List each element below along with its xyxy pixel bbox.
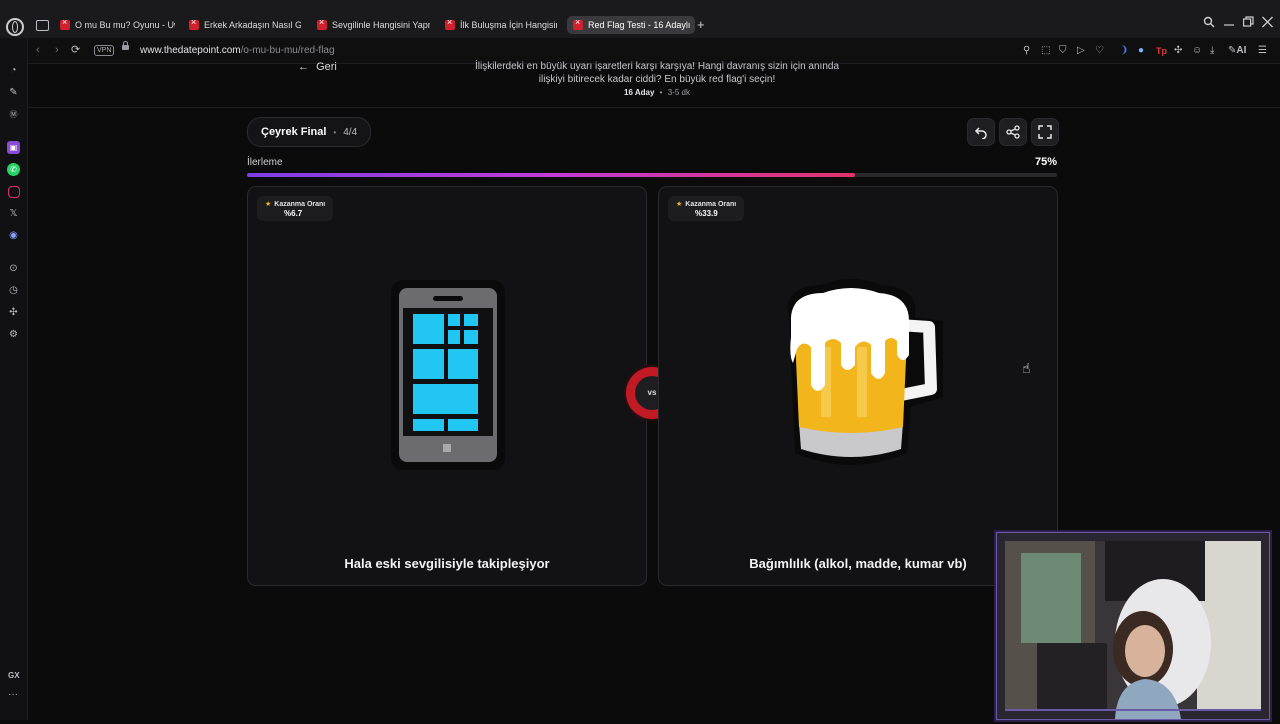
site-favicon-icon (317, 17, 327, 30)
round-indicator: Çeyrek Final • 4/4 (247, 117, 372, 147)
lock-icon[interactable] (122, 41, 129, 50)
back-button[interactable]: ← Geri (298, 61, 337, 73)
progress-percent: 75% (1034, 156, 1057, 168)
round-separator: • (333, 127, 337, 137)
duration: 3-5 dk (667, 88, 690, 97)
mobile-phone-icon (391, 280, 505, 470)
twitch-icon[interactable]: ▣ (7, 141, 20, 154)
progress-fill (247, 173, 855, 177)
site-favicon-icon (573, 17, 583, 30)
extension-blue-icon[interactable]: ❩ (1120, 45, 1128, 57)
round-count: 4/4 (343, 126, 358, 138)
win-rate-label: Kazanma Oranı (685, 201, 737, 208)
tab-label: Sevgilinle Hangisini Yapm (332, 20, 430, 30)
arrow-left-icon: ← (298, 61, 309, 73)
tab-ilk-bulusma[interactable]: İlk Buluşma İçin Hangisini (445, 16, 557, 34)
beer-mug-icon (787, 279, 943, 465)
mouse-pointer-icon: ☝ (1022, 360, 1031, 376)
tab-erkek-arkadas[interactable]: Erkek Arkadaşın Nasıl Giyi (189, 16, 301, 34)
candidate-card-right[interactable]: ★ Kazanma Oranı %33.9 Bağımlılık (alkol, … (658, 186, 1058, 586)
m-app-icon[interactable]: Ⓜ (7, 108, 20, 121)
meta-separator: • (659, 88, 663, 97)
profile-icon[interactable]: ☺ (1192, 45, 1202, 57)
page-description: İlişkilerdeki en büyük uyarı işaretleri … (474, 61, 840, 85)
win-rate-label: Kazanma Oranı (274, 201, 326, 208)
undo-icon (974, 127, 987, 140)
site-favicon-icon (60, 17, 70, 30)
whatsapp-icon[interactable]: ✆ (7, 163, 20, 176)
progress-label: İlerleme (247, 157, 283, 168)
tab-o-mu-bu-mu[interactable]: O mu Bu mu? Oyunu - Uw (60, 16, 175, 34)
site-favicon-icon (189, 17, 199, 30)
editor-icon[interactable]: ✎ (7, 86, 20, 99)
shield-icon[interactable]: ⛉ (1059, 45, 1067, 57)
win-rate-value: %6.7 (284, 209, 303, 218)
new-tab-button[interactable]: + (697, 17, 705, 33)
tab-red-flag-testi[interactable]: Red Flag Testi - 16 Adaylı (567, 16, 695, 34)
candidate-label: Hala eski sevgilisiyle takipleşiyor (344, 556, 550, 571)
instagram-icon[interactable] (8, 186, 20, 198)
tab-label: Red Flag Testi - 16 Adaylı (588, 20, 691, 30)
browser-tab-strip: O mu Bu mu? Oyunu - Uw Erkek Arkadaşın N… (0, 0, 1280, 38)
play-icon[interactable]: ▷ (1077, 45, 1085, 57)
star-icon: ★ (265, 201, 272, 208)
extensions-puzzle-icon[interactable]: ✣ (1174, 45, 1182, 57)
extensions-icon[interactable]: ✣ (7, 306, 20, 319)
browser-sidebar: ◔ ✎ Ⓜ ▣ ✆ 𝕏 ◉ ⊙ ◷ ✣ ⚙ GX ··· (0, 38, 28, 720)
forward-nav-icon[interactable]: › (55, 44, 59, 56)
tab-label: İlk Buluşma İçin Hangisini (460, 20, 557, 30)
vpn-badge[interactable]: VPN (94, 45, 115, 56)
download-icon[interactable]: ⤓ (1210, 45, 1214, 57)
header-divider (28, 107, 1280, 108)
heart-icon[interactable]: ♡ (1095, 45, 1104, 57)
extension-circle-icon[interactable]: ● (1138, 45, 1144, 57)
tab-label: Erkek Arkadaşın Nasıl Giyi (204, 20, 301, 30)
ai-button[interactable]: ✎AI (1228, 45, 1246, 57)
star-icon: ★ (676, 201, 683, 208)
webcam-image (997, 533, 1269, 719)
share-icon (1006, 125, 1020, 139)
progress-track (247, 173, 1057, 177)
tab-overview-icon[interactable] (36, 20, 49, 31)
gx-label[interactable]: GX (8, 671, 20, 680)
discord-icon[interactable]: ◉ (7, 229, 20, 242)
url-path: /o-mu-bu-mu/red-flag (240, 45, 335, 56)
ai-label: AI (1236, 45, 1247, 56)
browser-logo-icon[interactable] (6, 18, 24, 36)
candidate-count: 16 Aday (624, 88, 655, 97)
x-twitter-icon[interactable]: 𝕏 (7, 207, 20, 220)
player-icon[interactable]: ⊙ (7, 262, 20, 275)
restore-icon[interactable] (1243, 16, 1254, 32)
ai-assistant-icon[interactable]: ◔ (7, 64, 20, 77)
settings-gear-icon[interactable]: ⚙ (7, 328, 20, 341)
tab-label: O mu Bu mu? Oyunu - Uw (75, 20, 175, 30)
fullscreen-button[interactable] (1031, 118, 1059, 146)
menu-icon[interactable]: ☰ (1258, 45, 1267, 57)
search-tabs-icon[interactable] (1203, 16, 1215, 32)
extension-tp-icon[interactable]: Tp (1156, 45, 1167, 57)
fullscreen-icon (1038, 125, 1052, 139)
win-rate-value: %33.9 (695, 209, 718, 218)
test-meta: 16 Aday • 3-5 dk (472, 88, 842, 97)
win-rate-badge: ★ Kazanma Oranı %33.9 (668, 196, 745, 221)
url-host: www.thedatepoint.com (140, 45, 241, 56)
snapshot-icon[interactable]: ⬚ (1041, 45, 1050, 57)
undo-button[interactable] (967, 118, 995, 146)
pin-icon[interactable]: ⚲ (1023, 45, 1030, 57)
share-button[interactable] (999, 118, 1027, 146)
history-icon[interactable]: ◷ (7, 284, 20, 297)
round-title: Çeyrek Final (261, 126, 327, 138)
url-field[interactable]: www.thedatepoint.com/o-mu-bu-mu/red-flag (140, 45, 335, 56)
reload-icon[interactable]: ⟳ (71, 44, 80, 56)
minimize-icon[interactable] (1224, 16, 1234, 32)
more-dots-icon[interactable]: ··· (8, 689, 18, 700)
back-nav-icon[interactable]: ‹ (36, 44, 40, 56)
close-window-icon[interactable] (1262, 16, 1273, 32)
webcam-overlay (996, 532, 1270, 720)
site-favicon-icon (445, 17, 455, 30)
tab-sevgilinle[interactable]: Sevgilinle Hangisini Yapm (317, 16, 430, 34)
candidate-card-left[interactable]: ★ Kazanma Oranı %6.7 Hala eski sevgilisiy… (247, 186, 647, 586)
win-rate-badge: ★ Kazanma Oranı %6.7 (257, 196, 334, 221)
back-label: Geri (316, 61, 337, 73)
